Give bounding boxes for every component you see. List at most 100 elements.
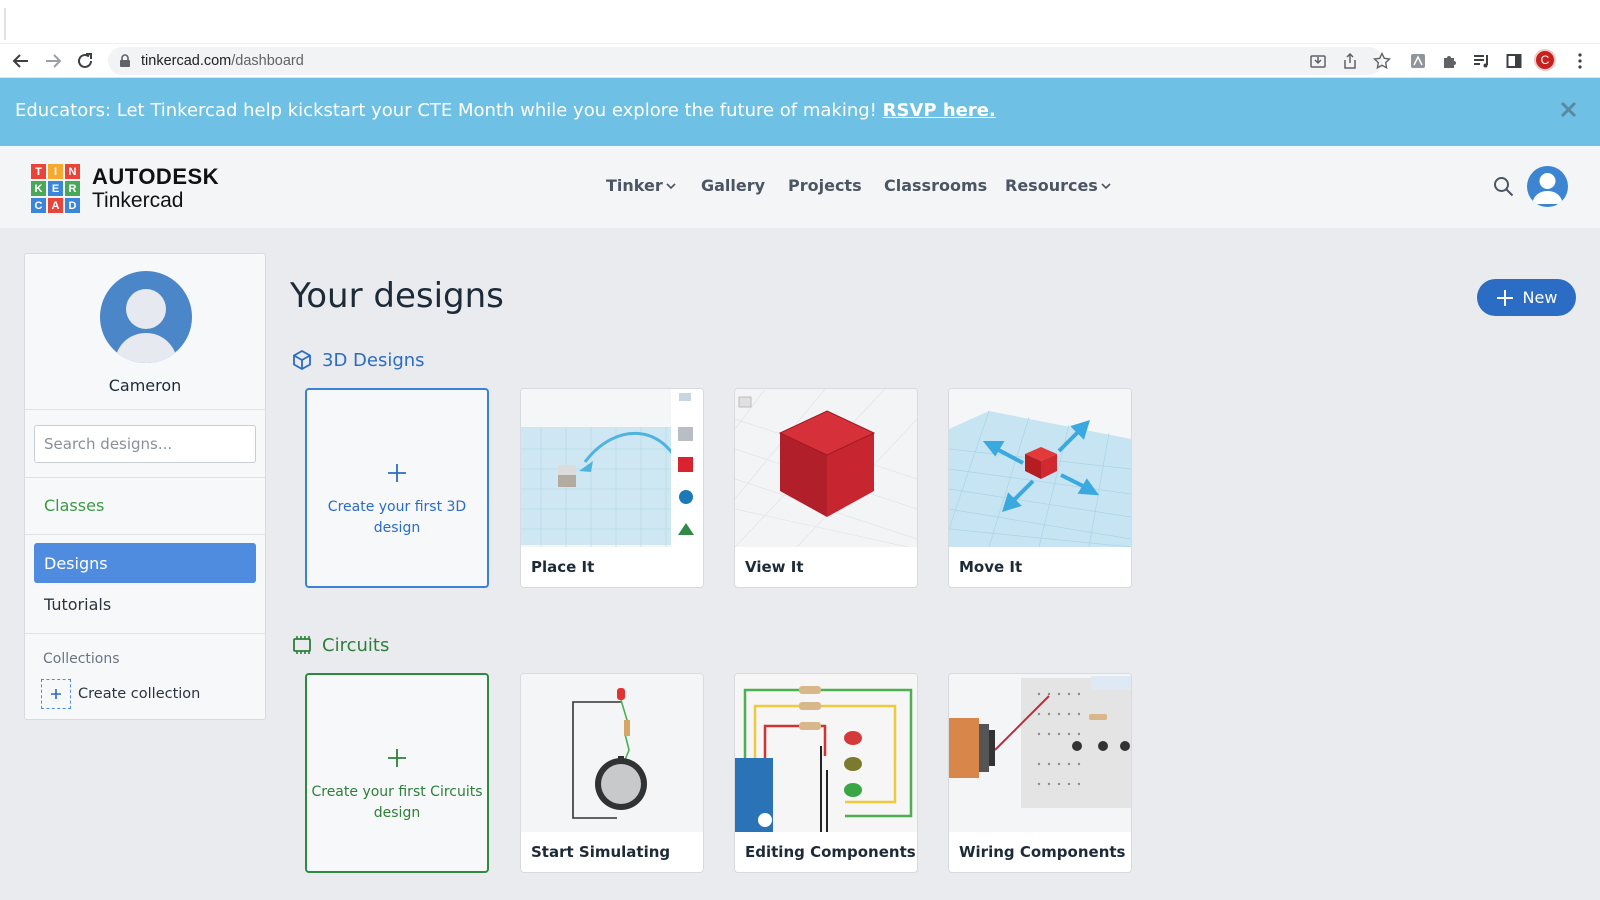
card-title: Editing Components [745, 843, 916, 861]
profile-avatar[interactable] [100, 271, 192, 363]
tutorial-card-view-it[interactable]: View It [734, 388, 918, 588]
tutorial-card-move-it[interactable]: Move It [948, 388, 1132, 588]
plus-icon [1496, 289, 1513, 306]
nav-gallery[interactable]: Gallery [701, 176, 765, 195]
side-panel-icon[interactable] [1502, 49, 1526, 73]
nav-classrooms[interactable]: Classrooms [884, 176, 987, 195]
logo-letter: I [48, 164, 63, 179]
banner-message: Educators: Let Tinkercad help kickstart … [15, 100, 996, 121]
address-bar[interactable]: tinkercad.com/dashboard [108, 47, 1383, 75]
person-icon [1532, 173, 1563, 204]
user-name: Cameron [108, 376, 182, 395]
divider [25, 534, 265, 535]
back-arrow-icon[interactable] [9, 49, 33, 73]
brand-autodesk: AUTODESK [92, 164, 220, 189]
search-designs-input[interactable] [34, 425, 256, 463]
nav-classrooms-label: Classrooms [884, 176, 988, 195]
nav-resources[interactable]: Resources [1005, 176, 1111, 195]
page-title: Your designs [290, 276, 504, 316]
tutorial-card-editing-components[interactable]: Editing Components [734, 673, 918, 873]
create-collection-label: Create collection [78, 686, 201, 702]
browser-menu-icon[interactable] [1568, 49, 1592, 73]
brand-tinkercad: Tinkercad [92, 189, 184, 212]
announcement-banner: Educators: Let Tinkercad help kickstart … [0, 78, 1600, 146]
extensions-puzzle-icon[interactable] [1438, 49, 1462, 73]
lock-icon [119, 54, 131, 68]
editing-components-thumbnail [735, 674, 917, 832]
logo-letter: E [48, 181, 63, 196]
banner-close-icon[interactable] [1560, 101, 1577, 118]
banner-text: Educators: Let Tinkercad help kickstart … [15, 100, 877, 121]
card-title: View It [745, 558, 804, 576]
tutorial-card-place-it[interactable]: Place It [520, 388, 704, 588]
plus-icon [307, 462, 487, 484]
forward-arrow-icon[interactable] [41, 49, 65, 73]
plus-icon [41, 679, 71, 709]
rsvp-link[interactable]: RSVP here. [883, 100, 996, 121]
wiring-components-thumbnail [949, 674, 1131, 832]
divider [25, 633, 265, 634]
sidebar-item-classes[interactable]: Classes [34, 485, 256, 525]
search-icon[interactable] [1493, 176, 1514, 197]
tutorial-card-start-simulating[interactable]: Start Simulating [520, 673, 704, 873]
url-path: /dashboard [231, 53, 304, 69]
install-app-icon[interactable] [1306, 49, 1330, 73]
tinkercad-logo[interactable]: T I N K E R C A D [31, 164, 80, 213]
chevron-down-icon [1101, 182, 1111, 189]
sidebar: Cameron Classes Designs Tutorials Collec… [24, 253, 266, 720]
chevron-down-icon [666, 182, 676, 189]
place-it-thumbnail [521, 389, 703, 547]
card-title: Place It [531, 558, 595, 576]
logo-letter: A [48, 198, 63, 213]
view-it-thumbnail [735, 389, 917, 547]
bookmark-star-icon[interactable] [1370, 49, 1394, 73]
logo-letter: K [31, 181, 46, 196]
browser-tab-strip [0, 0, 1600, 44]
extension-reader-icon[interactable] [1406, 49, 1430, 73]
reload-icon[interactable] [73, 49, 97, 73]
card-title: Start Simulating [531, 843, 671, 861]
user-avatar[interactable] [1527, 166, 1568, 207]
browser-profile-avatar[interactable]: C [1534, 49, 1556, 71]
create-3d-label: Create your first 3D design [327, 499, 467, 536]
card-title: Move It [959, 558, 1023, 576]
move-it-thumbnail [949, 389, 1131, 547]
logo-letter: N [65, 164, 80, 179]
nav-tinker[interactable]: Tinker [606, 176, 676, 195]
nav-projects[interactable]: Projects [788, 176, 862, 195]
nav-resources-label: Resources [1005, 176, 1098, 195]
reading-list-icon[interactable] [1470, 49, 1494, 73]
create-circuits-design-card[interactable]: Create your first Circuits design [305, 673, 489, 873]
plus-icon [307, 747, 487, 769]
sidebar-item-tutorials[interactable]: Tutorials [34, 584, 256, 624]
nav-gallery-label: Gallery [701, 176, 766, 195]
site-header: T I N K E R C A D AUTODESK Tinkercad Tin… [0, 146, 1600, 228]
cube-icon [293, 349, 311, 371]
person-icon [114, 289, 178, 363]
logo-letter: C [31, 198, 46, 213]
card-title: Wiring Components [959, 843, 1126, 861]
section-3d-designs: 3D Designs [291, 349, 425, 371]
start-simulating-thumbnail [521, 674, 703, 832]
logo-letter: R [65, 181, 80, 196]
sidebar-item-designs[interactable]: Designs [34, 543, 256, 583]
divider [25, 409, 265, 410]
nav-tinker-label: Tinker [606, 176, 663, 195]
logo-letter: D [65, 198, 80, 213]
create-collection-button[interactable]: Create collection [41, 679, 200, 709]
share-icon[interactable] [1338, 49, 1362, 73]
create-3d-design-card[interactable]: Create your first 3D design [305, 388, 489, 588]
url-text: tinkercad.com/dashboard [141, 53, 304, 69]
tutorial-card-wiring-components[interactable]: Wiring Components [948, 673, 1132, 873]
section-circuits: Circuits [291, 634, 389, 656]
section-3d-title: 3D Designs [322, 349, 425, 371]
nav-projects-label: Projects [788, 176, 862, 195]
tab-strip-edge [4, 8, 6, 40]
collections-heading: Collections [43, 651, 120, 667]
section-circuits-title: Circuits [322, 634, 390, 656]
logo-letter: T [31, 164, 46, 179]
new-button[interactable]: New [1477, 279, 1576, 316]
url-host: tinkercad.com [141, 53, 232, 69]
brand-wordmark[interactable]: AUTODESK Tinkercad [92, 164, 220, 212]
create-circuits-label: Create your first Circuits design [311, 784, 483, 821]
